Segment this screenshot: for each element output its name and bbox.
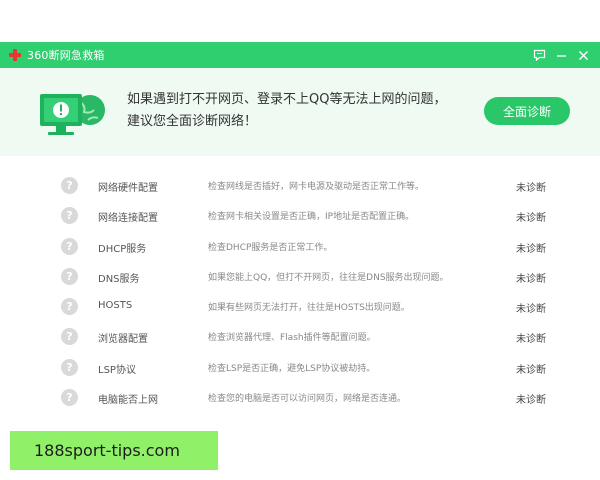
list-item: ? 浏览器配置 检查浏览器代理、Flash插件等配置问题。 未诊断 [0,322,600,352]
list-item: ? LSP协议 检查LSP是否正确，避免LSP协议被劫持。 未诊断 [0,353,600,383]
list-item: ? 网络连接配置 检查网卡相关设置是否正确，IP地址是否配置正确。 未诊断 [0,201,600,231]
window-title: 360断网急救箱 [27,49,105,62]
status-badge: 未诊断 [516,213,546,225]
item-name: LSP协议 [98,364,136,376]
diagnosis-list: ? 网络硬件配置 检查网线是否插好，网卡电源及驱动是否正常工作等。 未诊断 ? … [0,171,600,413]
close-icon [578,50,588,60]
item-name: 电脑能否上网 [98,395,158,407]
status-badge: 未诊断 [516,183,546,194]
item-name: 浏览器配置 [98,334,148,346]
list-item: ? DHCP服务 检查DHCP服务是否正常工作。 未诊断 [0,232,600,262]
banner-line-1: 如果遇到打不开网页、登录不上QQ等无法上网的问题， [127,92,447,107]
item-description: 检查网线是否插好，网卡电源及驱动是否正常工作等。 [208,182,425,192]
banner-message: 如果遇到打不开网页、登录不上QQ等无法上网的问题， 建议您全面诊断网络！ [127,89,446,133]
item-name: DHCP服务 [98,243,147,255]
list-item: ? 电脑能否上网 检查您的电脑是否可以访问网页，网络是否连通。 未诊断 [0,383,600,413]
full-diagnosis-button[interactable]: 全面诊断 [484,97,570,125]
item-description: 检查DHCP服务是否正常工作。 [208,242,333,253]
question-icon: ? [61,298,78,316]
status-badge: 未诊断 [516,273,546,285]
item-description: 检查网卡相关设置是否正确，IP地址是否配置正确。 [208,212,415,223]
question-icon: ? [61,328,78,346]
chat-bubble-icon [533,49,545,61]
minimize-icon [556,54,566,57]
status-badge: 未诊断 [516,243,546,255]
question-icon: ? [61,207,78,225]
item-description: 检查LSP是否正确，避免LSP协议被劫持。 [208,363,376,374]
status-badge: 未诊断 [516,304,546,316]
status-badge: 未诊断 [516,364,546,376]
close-button[interactable] [572,44,594,66]
item-name: 网络连接配置 [98,213,158,225]
question-icon: ? [61,237,78,255]
question-icon: ? [61,358,78,376]
item-name: 网络硬件配置 [98,183,158,194]
title-bar[interactable]: 360断网急救箱 [0,42,600,68]
banner-line-2: 建议您全面诊断网络！ [127,114,258,129]
question-icon: ? [61,389,78,407]
list-item: ? HOSTS 如果有些网页无法打开，往往是HOSTS出现问题。 未诊断 [0,292,600,322]
item-description: 检查您的电脑是否可以访问网页，网络是否连通。 [208,394,407,405]
status-badge: 未诊断 [516,395,546,407]
item-description: 如果有些网页无法打开，往往是HOSTS出现问题。 [208,303,410,314]
banner: 如果遇到打不开网页、登录不上QQ等无法上网的问题， 建议您全面诊断网络！ 全面诊… [0,68,600,156]
item-description: 检查浏览器代理、Flash插件等配置问题。 [208,333,376,344]
app-window: 360断网急救箱 如果遇到打不开网页、登录不上QQ等无法上网的问题， 建议您全面… [0,0,600,480]
item-name: HOSTS [98,300,133,312]
watermark: 188sport-tips.com [10,431,218,470]
item-description: 如果您能上QQ，但打不开网页，往往是DNS服务出现问题。 [208,272,449,283]
list-item: ? 网络硬件配置 检查网线是否插好，网卡电源及驱动是否正常工作等。 未诊断 [0,171,600,201]
minimize-button[interactable] [550,44,572,66]
question-icon: ? [61,177,78,194]
item-name: DNS服务 [98,273,140,285]
window-controls [528,42,594,68]
first-aid-cross-icon [8,48,22,62]
question-icon: ? [61,267,78,285]
feedback-button[interactable] [528,44,550,66]
status-badge: 未诊断 [516,334,546,346]
list-item: ? DNS服务 如果您能上QQ，但打不开网页，往往是DNS服务出现问题。 未诊断 [0,262,600,292]
monitor-globe-icon [40,94,105,135]
